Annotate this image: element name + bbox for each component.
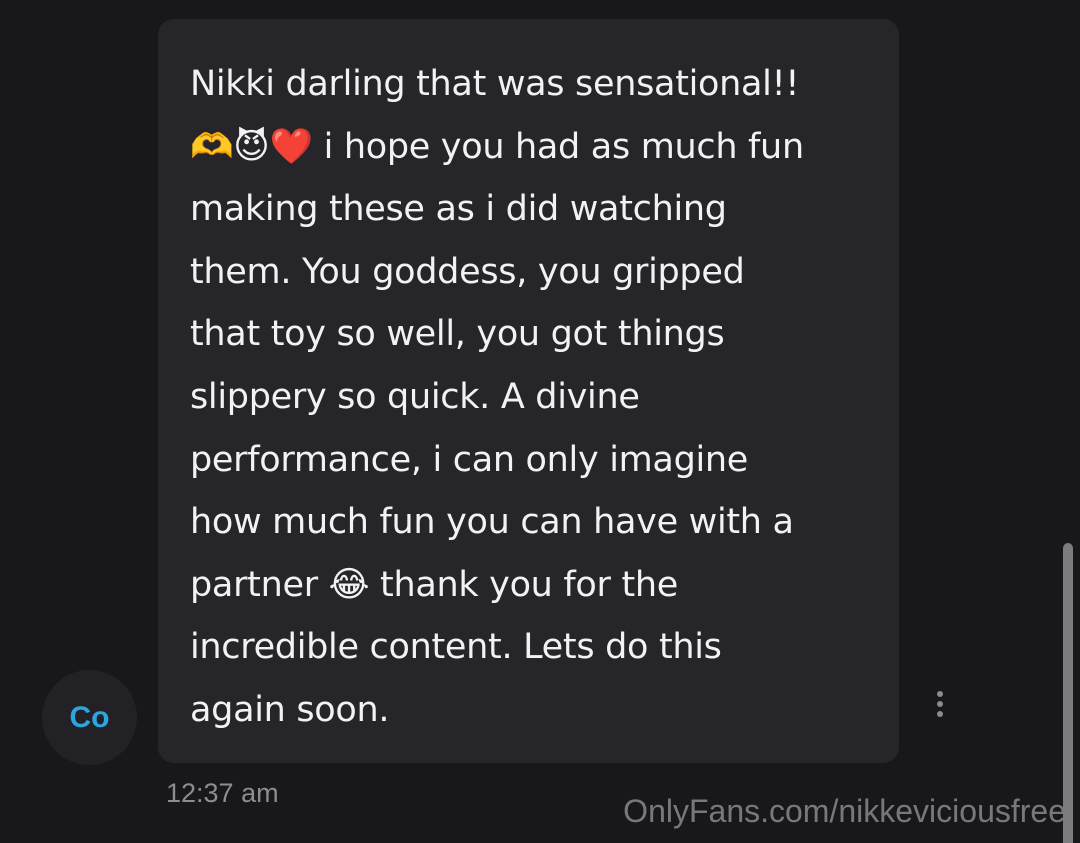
message-bubble[interactable]: Nikki darling that was sensational!! 🫶😈❤… <box>158 19 899 763</box>
scrollbar[interactable] <box>1063 543 1073 843</box>
message-timestamp: 12:37 am <box>166 778 279 808</box>
vertical-dots-icon-dot <box>937 701 943 707</box>
vertical-dots-icon-dot <box>937 711 943 717</box>
vertical-dots-icon <box>937 691 943 697</box>
avatar-initials: Co <box>69 700 110 734</box>
avatar[interactable]: Co <box>42 670 137 765</box>
more-options-button[interactable] <box>926 684 954 724</box>
message-text: Nikki darling that was sensational!! 🫶😈❤… <box>190 64 804 730</box>
watermark: OnlyFans.com/nikkeviciousfree <box>623 793 1066 829</box>
